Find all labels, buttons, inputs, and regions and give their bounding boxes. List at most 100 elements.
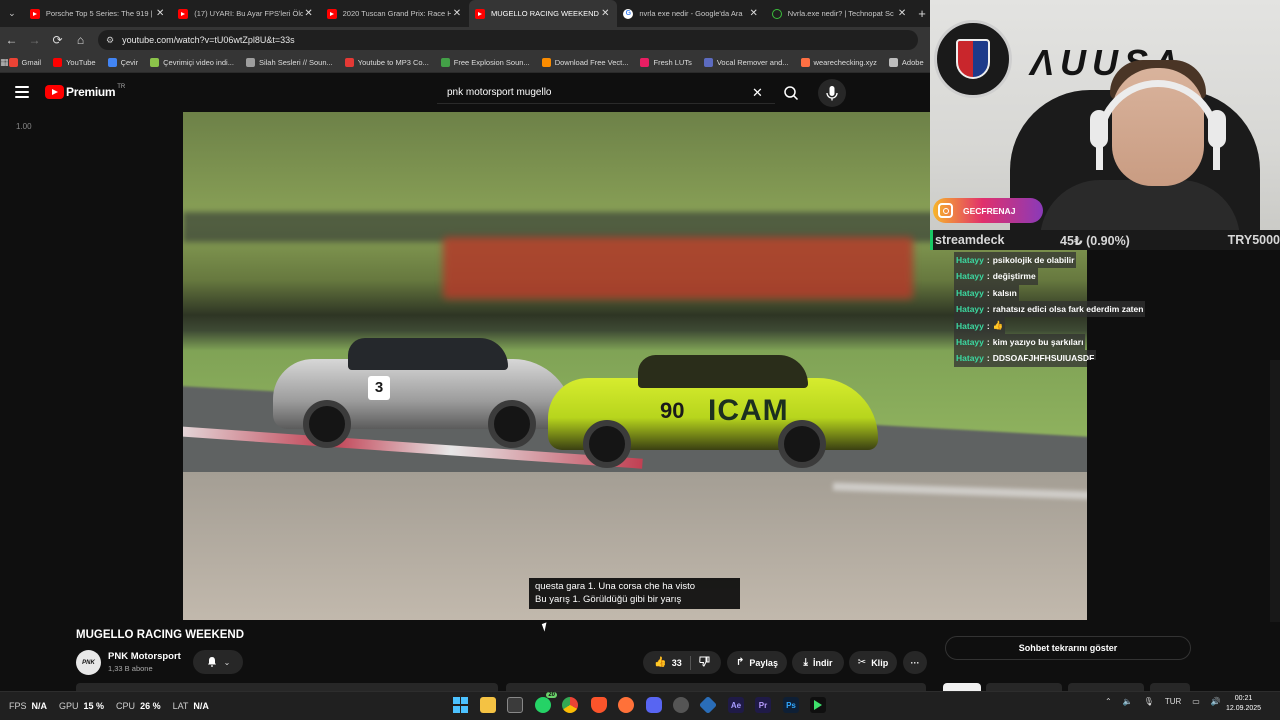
filter-chip-3[interactable]: [1068, 683, 1144, 691]
notepad-icon[interactable]: [507, 697, 523, 713]
tab-search-icon[interactable]: ⌄: [0, 0, 24, 27]
tab-close-icon[interactable]: ✕: [451, 8, 463, 19]
more-actions-button[interactable]: ···: [903, 651, 927, 674]
network-icon[interactable]: ▭: [1192, 697, 1200, 706]
voice-search-button[interactable]: [818, 79, 846, 107]
tab-close-icon[interactable]: ✕: [896, 8, 908, 19]
youtube-logo[interactable]: Premium TR: [45, 84, 125, 99]
chat-message: Hatayy: 👍: [954, 316, 1145, 334]
channel-name[interactable]: PNK Motorsport: [108, 651, 181, 662]
like-count[interactable]: 33: [672, 658, 682, 668]
premiere-icon[interactable]: Pr: [755, 697, 771, 713]
grey-car-number: 3: [368, 376, 390, 400]
streamlabs-icon[interactable]: [810, 697, 826, 713]
channel-avatar[interactable]: PNK: [76, 650, 101, 675]
youtube-right-panel: [1087, 360, 1280, 622]
davinci-resolve-icon[interactable]: [673, 697, 689, 713]
share-button[interactable]: ↱ Paylaş: [727, 651, 787, 674]
like-icon[interactable]: 👍: [654, 657, 666, 668]
tab-close-icon[interactable]: ✕: [748, 8, 760, 19]
home-icon[interactable]: ⌂: [69, 27, 92, 53]
whatsapp-icon[interactable]: 20: [535, 692, 557, 713]
notification-bell-button[interactable]: ⌄: [193, 650, 243, 674]
grey-car-window: [348, 338, 508, 370]
bookmark-favicon-icon: [888, 58, 898, 67]
forward-icon[interactable]: →: [23, 27, 46, 53]
bookmark-item[interactable]: Çevrimiçi video indi...: [150, 58, 234, 67]
bookmark-favicon-icon: [245, 58, 255, 67]
apps-grid-icon[interactable]: ▦: [0, 57, 9, 68]
tab-title: nvrla exe nedir - Google'da Ara: [639, 9, 743, 18]
page-scrollbar[interactable]: [1270, 360, 1280, 622]
volume-icon[interactable]: 🔈: [1123, 697, 1133, 706]
clear-search-icon[interactable]: ✕: [752, 86, 763, 100]
bookmark-item[interactable]: Silah Sesleri // Soun...: [245, 58, 333, 67]
subscriber-count: 1,33 B abone: [108, 664, 153, 673]
after-effects-icon[interactable]: Ae: [728, 697, 744, 713]
chat-username: Hatayy: [956, 353, 984, 364]
tab-title: Nvrla.exe nedir? | Technopat Sc: [787, 9, 894, 18]
search-input[interactable]: pnk motorsport mugello: [437, 82, 775, 104]
tab-close-icon[interactable]: ✕: [154, 8, 166, 19]
system-clock[interactable]: 00:21 12.09.2025: [1226, 694, 1261, 714]
bookmark-item[interactable]: Free Explosion Soun...: [440, 58, 530, 67]
clip-button[interactable]: ✂ Klip: [849, 651, 897, 674]
download-button[interactable]: ⤓ İndir: [792, 651, 844, 674]
filter-chip-4[interactable]: [1150, 683, 1190, 691]
mouse-cursor: [541, 622, 550, 632]
brave-icon[interactable]: [591, 697, 607, 713]
youtube-play-icon: [45, 85, 64, 99]
microphone-tray-icon[interactable]: 🎙: [1144, 697, 1154, 706]
site-info-icon[interactable]: ⚙: [106, 35, 114, 46]
chat-text: 👍: [992, 320, 1004, 331]
file-explorer-icon[interactable]: [480, 697, 496, 713]
bookmark-item[interactable]: wearechecking.xyz: [800, 58, 877, 67]
browser-tab[interactable]: Nvrla.exe nedir? | Technopat Sc ✕: [766, 0, 914, 27]
youtube-icon: [326, 8, 337, 19]
menu-icon[interactable]: [15, 86, 29, 98]
tab-title: Porsche Top 5 Series: The 919 |: [45, 9, 153, 18]
bookmark-item[interactable]: Adobe: [888, 58, 924, 67]
speaker-icon[interactable]: 🔊: [1211, 697, 1221, 706]
browser-tab[interactable]: MUGELLO RACING WEEKEND - ✕: [468, 0, 618, 27]
bookmark-item[interactable]: Fresh LUTs: [640, 58, 692, 67]
browser-tab[interactable]: Porsche Top 5 Series: The 919 | ✕: [24, 0, 172, 27]
new-tab-icon[interactable]: +: [914, 6, 930, 21]
address-bar[interactable]: ⚙ youtube.com/watch?v=tU06wtZpl8U&t=33s: [98, 30, 918, 50]
whatsapp-badge: 20: [546, 692, 557, 698]
bookmark-item[interactable]: Çevir: [107, 58, 139, 67]
share-label: Paylaş: [749, 657, 778, 668]
back-icon[interactable]: ←: [0, 27, 23, 53]
bookmark-item[interactable]: YouTube: [53, 58, 96, 67]
language-indicator[interactable]: TUR: [1165, 697, 1181, 706]
filter-chip-all[interactable]: [943, 683, 981, 691]
bookmark-item[interactable]: Vocal Remover and...: [703, 58, 789, 67]
playback-speed-label: 1.00: [16, 122, 32, 131]
search-button[interactable]: [779, 82, 803, 104]
firefox-icon[interactable]: [618, 697, 634, 713]
browser-tab[interactable]: (17) UYARI: Bu Ayar FPS'leri Öld ✕: [172, 0, 320, 27]
tray-overflow-icon[interactable]: ⌃: [1105, 697, 1112, 706]
grey-race-car: 3: [273, 334, 593, 448]
bookmark-label: Çevir: [120, 58, 139, 67]
show-chat-replay-button[interactable]: Sohbet tekrarını göster: [945, 636, 1191, 660]
discord-icon[interactable]: [646, 697, 662, 713]
chat-message-bubble: Hatayy: DDSOAFJHFHSUIUASDF: [954, 350, 1097, 367]
browser-tab[interactable]: Gnvrla exe nedir - Google'da Ara ✕: [617, 0, 765, 27]
reload-icon[interactable]: ⟳: [46, 27, 69, 53]
chat-separator: :: [986, 287, 990, 298]
bookmark-item[interactable]: Download Free Vect...: [541, 58, 628, 67]
windows-start-icon[interactable]: [452, 697, 468, 713]
tab-close-icon[interactable]: ✕: [303, 8, 315, 19]
photoshop-icon[interactable]: Ps: [783, 697, 799, 713]
instagram-badge: GECFRENAJ: [933, 198, 1043, 223]
dislike-icon[interactable]: [699, 656, 710, 669]
instagram-handle: GECFRENAJ: [963, 205, 1016, 216]
bookmark-item[interactable]: Gmail: [8, 58, 41, 67]
bookmark-item[interactable]: Youtube to MP3 Co...: [344, 58, 429, 67]
tab-title: (17) UYARI: Bu Ayar FPS'leri Öld: [194, 9, 303, 18]
tab-close-icon[interactable]: ✕: [599, 8, 611, 19]
filter-chip-2[interactable]: [986, 683, 1062, 691]
browser-tab[interactable]: 2020 Tuscan Grand Prix: Race H ✕: [321, 0, 469, 27]
chrome-icon[interactable]: [562, 697, 578, 713]
